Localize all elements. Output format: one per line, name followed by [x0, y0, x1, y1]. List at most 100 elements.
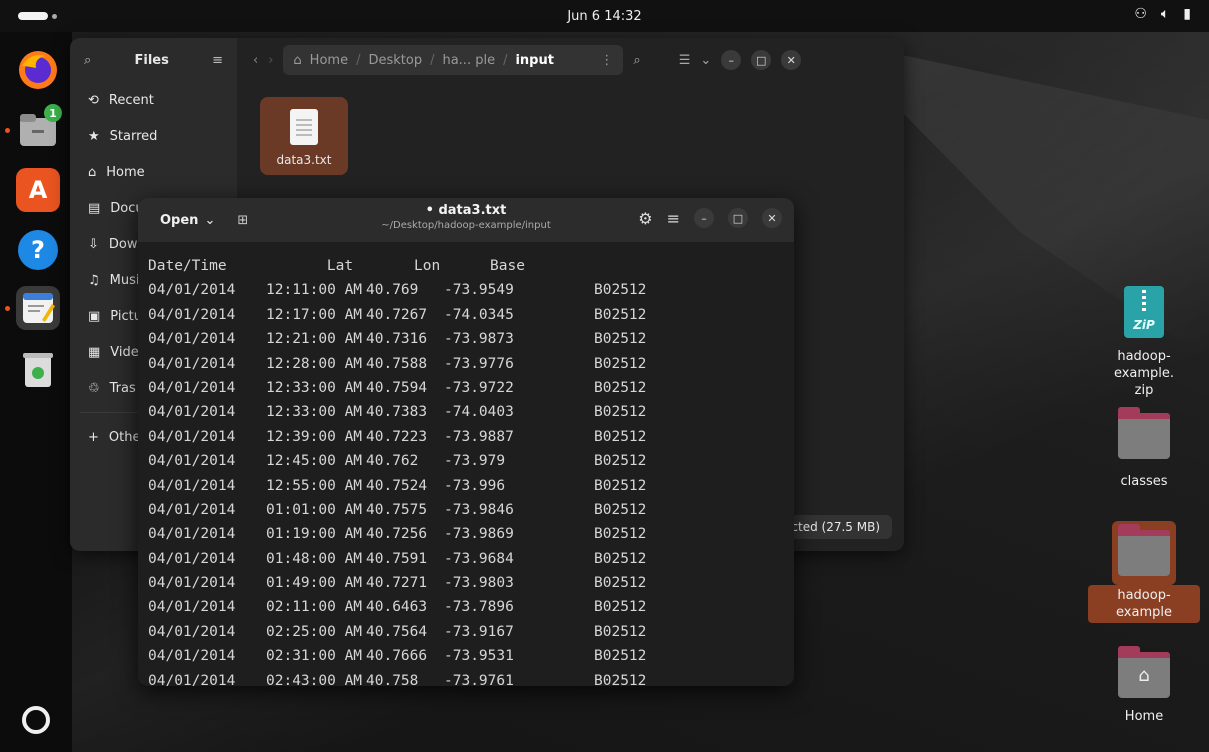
minimize-button[interactable]: – [694, 208, 714, 228]
row-lon: -74.0403 [444, 404, 514, 421]
clock[interactable]: Jun 6 14:32 [567, 9, 641, 24]
table-row: 04/01/2014 01:01:00 AM 40.7575 -73.9846 B025… [148, 498, 794, 522]
row-base: B02512 [594, 623, 647, 640]
desktop-icon-classes[interactable]: classes [1088, 407, 1200, 492]
sidebar-item-label: Recent [108, 92, 154, 108]
table-row: 04/01/2014 12:11:00 AM 40.769 -73.9549 B0251… [148, 278, 794, 302]
chevron-down-icon[interactable]: ⌄ [700, 53, 711, 68]
table-row: 04/01/2014 01:19:00 AM 40.7256 -73.9869 B025… [148, 522, 794, 546]
text-file-icon [290, 109, 318, 145]
running-indicator [5, 128, 10, 133]
dock-item-text-editor[interactable] [5, 286, 60, 330]
file-item-data3[interactable]: data3.txt [260, 97, 348, 175]
dock-item-firefox[interactable] [16, 48, 60, 92]
path-bar[interactable]: ⌂ Home / Desktop / ha... ple / input ⋮ [283, 45, 624, 75]
row-lat: 40.7383 [366, 404, 428, 421]
close-button[interactable]: ✕ [781, 50, 802, 70]
row-base: B02512 [594, 282, 647, 299]
files-title: Files [134, 52, 169, 68]
row-lat: 40.6463 [366, 599, 428, 616]
back-icon[interactable]: ‹ [253, 53, 258, 68]
row-base: B02512 [594, 672, 647, 686]
row-lat: 40.7223 [366, 428, 428, 445]
desktop-icon-zip[interactable]: ZiP hadoop-example. zip [1088, 286, 1200, 401]
row-lon: -74.0345 [444, 306, 514, 323]
row-lon: -73.9722 [444, 379, 514, 396]
open-button-label: Open [160, 212, 199, 228]
desktop-icon-home[interactable]: ⌂ Home [1088, 646, 1200, 727]
path-segment-home[interactable]: Home [310, 53, 348, 68]
forward-icon[interactable]: › [268, 53, 273, 68]
dock-item-help[interactable]: ? [16, 228, 60, 272]
row-time: 02:25:00 AM [266, 623, 363, 640]
editor-controls: ⚙ ≡ – □ ✕ [638, 208, 782, 228]
dock-item-files[interactable]: 1 [5, 104, 62, 152]
header-lon: Lon [414, 258, 441, 274]
folder-icon [1118, 407, 1170, 459]
show-apps-icon[interactable] [22, 706, 50, 734]
row-lon: -73.9761 [444, 672, 514, 686]
home-icon: ⌂ [293, 52, 302, 68]
row-lon: -73.9887 [444, 428, 514, 445]
editor-text-area[interactable]: Date/Time Lat Lon Base 04/01/2014 12:11:00 A… [138, 242, 794, 686]
row-base: B02512 [594, 453, 647, 470]
desktop-icon-label: Home [1124, 709, 1164, 724]
selection-highlight [1112, 521, 1176, 585]
row-date: 04/01/2014 [148, 599, 236, 616]
open-button[interactable]: Open ⌄ [150, 205, 225, 235]
dock-item-trash[interactable] [16, 348, 60, 392]
path-segment-desktop[interactable]: Desktop [368, 53, 422, 68]
sidebar-item-label: Home [106, 164, 145, 180]
music-icon: ♫ [88, 272, 100, 288]
minimize-button[interactable]: – [721, 50, 742, 70]
row-lon: -73.9167 [444, 623, 514, 640]
desktop-icon-hadoop-example[interactable]: hadoop-example [1088, 521, 1200, 623]
sidebar-item-label: Vide [110, 344, 139, 360]
table-row: 04/01/2014 12:39:00 AM 40.7223 -73.9887 B025… [148, 425, 794, 449]
row-date: 04/01/2014 [148, 623, 236, 640]
row-date: 04/01/2014 [148, 672, 236, 686]
menu-icon[interactable]: ≡ [667, 209, 680, 228]
sidebar-item-label: Tras [109, 380, 136, 396]
row-date: 04/01/2014 [148, 306, 236, 323]
activities-button[interactable] [18, 12, 57, 20]
volume-icon: 🔈︎ [1160, 6, 1170, 22]
row-date: 04/01/2014 [148, 282, 236, 299]
path-segment-input[interactable]: input [515, 53, 554, 68]
new-document-icon[interactable]: ⊞ [237, 213, 248, 228]
row-lat: 40.7256 [366, 526, 428, 543]
row-time: 12:55:00 AM [266, 477, 363, 494]
header-lat: Lat [326, 258, 354, 274]
search-icon[interactable]: ⌕ [84, 53, 91, 68]
view-list-icon[interactable]: ☰ [679, 53, 691, 68]
row-date: 04/01/2014 [148, 575, 236, 592]
trash-icon [23, 353, 53, 387]
more-options-icon[interactable]: ⋮ [600, 53, 613, 68]
gear-icon[interactable]: ⚙ [638, 209, 652, 228]
search-folder-icon[interactable]: ⌕ [633, 53, 640, 68]
row-lat: 40.7588 [366, 355, 428, 372]
dock-item-app-center[interactable]: A [16, 168, 60, 212]
menu-icon[interactable]: ≡ [212, 53, 223, 68]
row-date: 04/01/2014 [148, 379, 236, 396]
maximize-button[interactable]: □ [751, 50, 772, 70]
header-date: Date/Time [148, 258, 227, 274]
table-row: 04/01/2014 12:17:00 AM 40.7267 -74.0345 B025… [148, 303, 794, 327]
chevron-down-icon: ⌄ [204, 212, 216, 228]
maximize-button[interactable]: □ [728, 208, 748, 228]
close-button[interactable]: ✕ [762, 208, 782, 228]
row-lon: -73.979 [444, 453, 506, 470]
file-name: data3.txt [276, 153, 332, 167]
sidebar-item-recent[interactable]: ⟲ Recent [70, 82, 237, 118]
sidebar-item-starred[interactable]: ★ Starred [70, 118, 237, 154]
table-row: 04/01/2014 12:33:00 AM 40.7383 -74.0403 B025… [148, 400, 794, 424]
desktop-icon-label: hadoop-example [1088, 585, 1200, 623]
row-date: 04/01/2014 [148, 501, 236, 518]
sidebar-item-label: Starred [109, 128, 158, 144]
row-time: 02:31:00 AM [266, 648, 363, 665]
battery-icon: ▮ [1183, 6, 1191, 22]
system-tray[interactable]: ⚇ 🔈︎ ▮ [1134, 6, 1191, 22]
row-lat: 40.7271 [366, 575, 428, 592]
sidebar-item-home[interactable]: ⌂ Home [70, 154, 237, 190]
path-segment-hadoop-example[interactable]: ha... ple [442, 53, 495, 68]
